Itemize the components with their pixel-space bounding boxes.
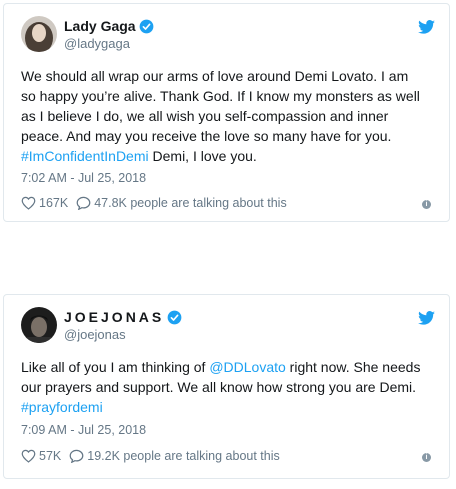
speech-bubble-icon [76, 196, 91, 210]
tweet-text-fragment: Demi, I love you. [148, 148, 257, 164]
twitter-bird-icon[interactable] [418, 20, 435, 34]
tweet-text: Like all of you I am thinking of @DDLova… [21, 357, 435, 417]
hashtag-link[interactable]: #prayfordemi [21, 399, 103, 415]
like-button[interactable]: 57K [21, 449, 61, 463]
reply-conversation-link[interactable]: 47.8K people are talking about this [76, 196, 287, 210]
tweet-card-ladygaga[interactable]: Lady Gaga @ladygaga We should all wrap o… [3, 3, 450, 222]
avatar[interactable] [21, 307, 57, 343]
talking-count: 47.8K people are talking about this [94, 196, 287, 210]
tweet-text-line: so happy you’re alive. Thank God. If I k… [21, 88, 420, 104]
speech-bubble-icon [69, 449, 84, 463]
tweet-text-line: our prayers and support. We all know how… [21, 379, 417, 395]
heart-icon [21, 449, 36, 463]
twitter-bird-icon[interactable] [418, 311, 435, 325]
author-name[interactable]: JOEJONAS [64, 309, 164, 325]
hashtag-link[interactable]: #ImConfidentInDemi [21, 148, 149, 164]
like-count: 167K [39, 196, 69, 210]
author-handle[interactable]: @joejonas [64, 327, 126, 342]
like-count: 57K [39, 449, 62, 463]
info-icon[interactable]: i [422, 200, 431, 209]
tweet-timestamp[interactable]: 7:02 AM - Jul 25, 2018 [21, 171, 146, 185]
tweet-card-joejonas[interactable]: JOEJONAS @joejonas Like all of you I am … [3, 294, 450, 479]
tweet-text: We should all wrap our arms of love arou… [21, 66, 435, 166]
tweet-text-fragment: right now. She needs [285, 359, 421, 375]
verified-badge-icon [167, 310, 182, 324]
heart-icon [21, 196, 36, 210]
talking-count: 19.2K people are talking about this [87, 449, 280, 463]
tweet-actions: 167K 47.8K people are talking about this [21, 196, 295, 210]
mention-link[interactable]: @DDLovato [209, 359, 285, 375]
tweet-text-line: #prayfordemi [21, 397, 435, 417]
info-icon[interactable]: i [422, 453, 431, 462]
tweet-text-line: #ImConfidentInDemi Demi, I love you. [21, 146, 435, 166]
tweet-text-line: as I believe I do, we all wish you self-… [21, 108, 389, 124]
tweet-text-fragment: Like all of you I am thinking of [21, 359, 210, 375]
tweet-text-line: We should all wrap our arms of love arou… [21, 68, 409, 84]
avatar[interactable] [21, 16, 57, 52]
tweet-timestamp[interactable]: 7:09 AM - Jul 25, 2018 [21, 423, 146, 437]
reply-conversation-link[interactable]: 19.2K people are talking about this [69, 449, 280, 463]
verified-badge-icon [139, 19, 153, 33]
like-button[interactable]: 167K [21, 196, 68, 210]
author-name[interactable]: Lady Gaga [64, 18, 136, 34]
tweet-text-line: peace. And may you receive the love so m… [21, 128, 392, 144]
tweet-text-line: Like all of you I am thinking of @DDLova… [21, 357, 435, 377]
author-handle[interactable]: @ladygaga [64, 36, 130, 51]
tweet-actions: 57K 19.2K people are talking about this [21, 449, 288, 463]
